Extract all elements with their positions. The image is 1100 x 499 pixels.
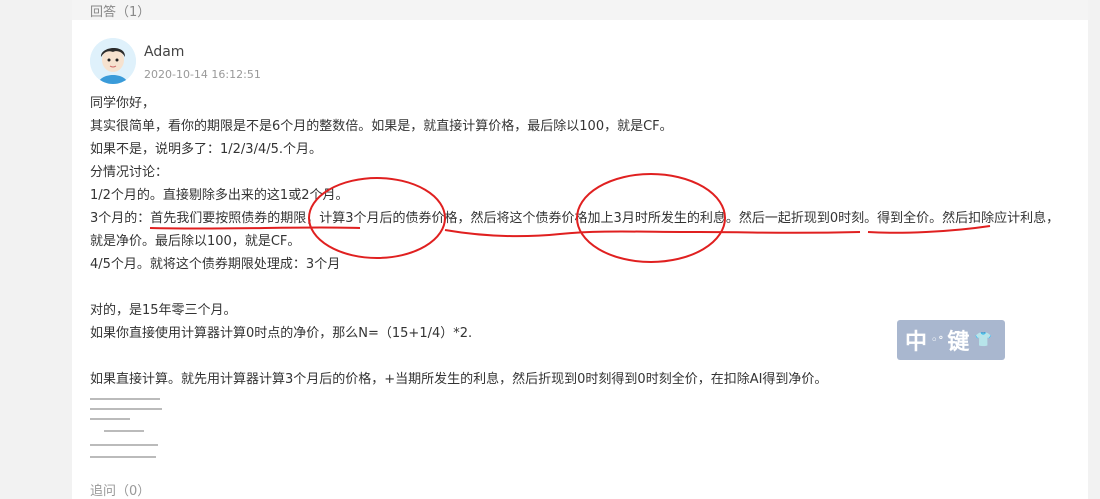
attached-image-thumbnail[interactable]	[90, 392, 164, 468]
answer-line: 分情况讨论：	[90, 165, 169, 180]
answer-line: 对的，是15年零三个月。	[90, 303, 237, 318]
widget-dot: ◦°	[931, 334, 945, 346]
avatar[interactable]	[90, 38, 136, 84]
answer-line: 1/2个月的。直接剔除多出来的这1或2个月。	[90, 188, 349, 203]
user-avatar-icon	[90, 38, 136, 84]
answers-header: 回答（1）	[72, 0, 1088, 20]
answer-line: 3个月的：首先我们要按照债券的期限，计算3个月后的债券价格，然后将这个债券价格加…	[90, 211, 1060, 249]
answer-line: 同学你好，	[90, 96, 156, 111]
input-method-widget[interactable]: 中 ◦° 键 👕	[897, 320, 1005, 360]
answer-line: 如果不是，说明多了：1/2/3/4/5.个月。	[90, 142, 323, 157]
answer-line: 4/5个月。就将这个债券期限处理成：3个月	[90, 257, 341, 272]
answer-line: 如果直接计算。就先用计算器计算3个月后的价格，+当期所发生的利息，然后折现到0时…	[90, 372, 828, 387]
shirt-icon: 👕	[974, 332, 993, 348]
widget-char-left: 中	[905, 330, 929, 355]
widget-char-right: 键	[947, 330, 971, 355]
author-name[interactable]: Adam	[144, 44, 184, 60]
answer-panel: 回答（1） Adam 2020-10-14 16:12:51 同学你好， 其实很…	[72, 0, 1088, 499]
answer-timestamp: 2020-10-14 16:12:51	[144, 68, 261, 81]
answer-line: 其实很简单，看你的期限是不是6个月的整数倍。如果是，就直接计算价格，最后除以10…	[90, 119, 673, 134]
answers-count-label: 回答（1）	[90, 5, 151, 20]
follow-up-link[interactable]: 追问（0）	[90, 480, 150, 499]
